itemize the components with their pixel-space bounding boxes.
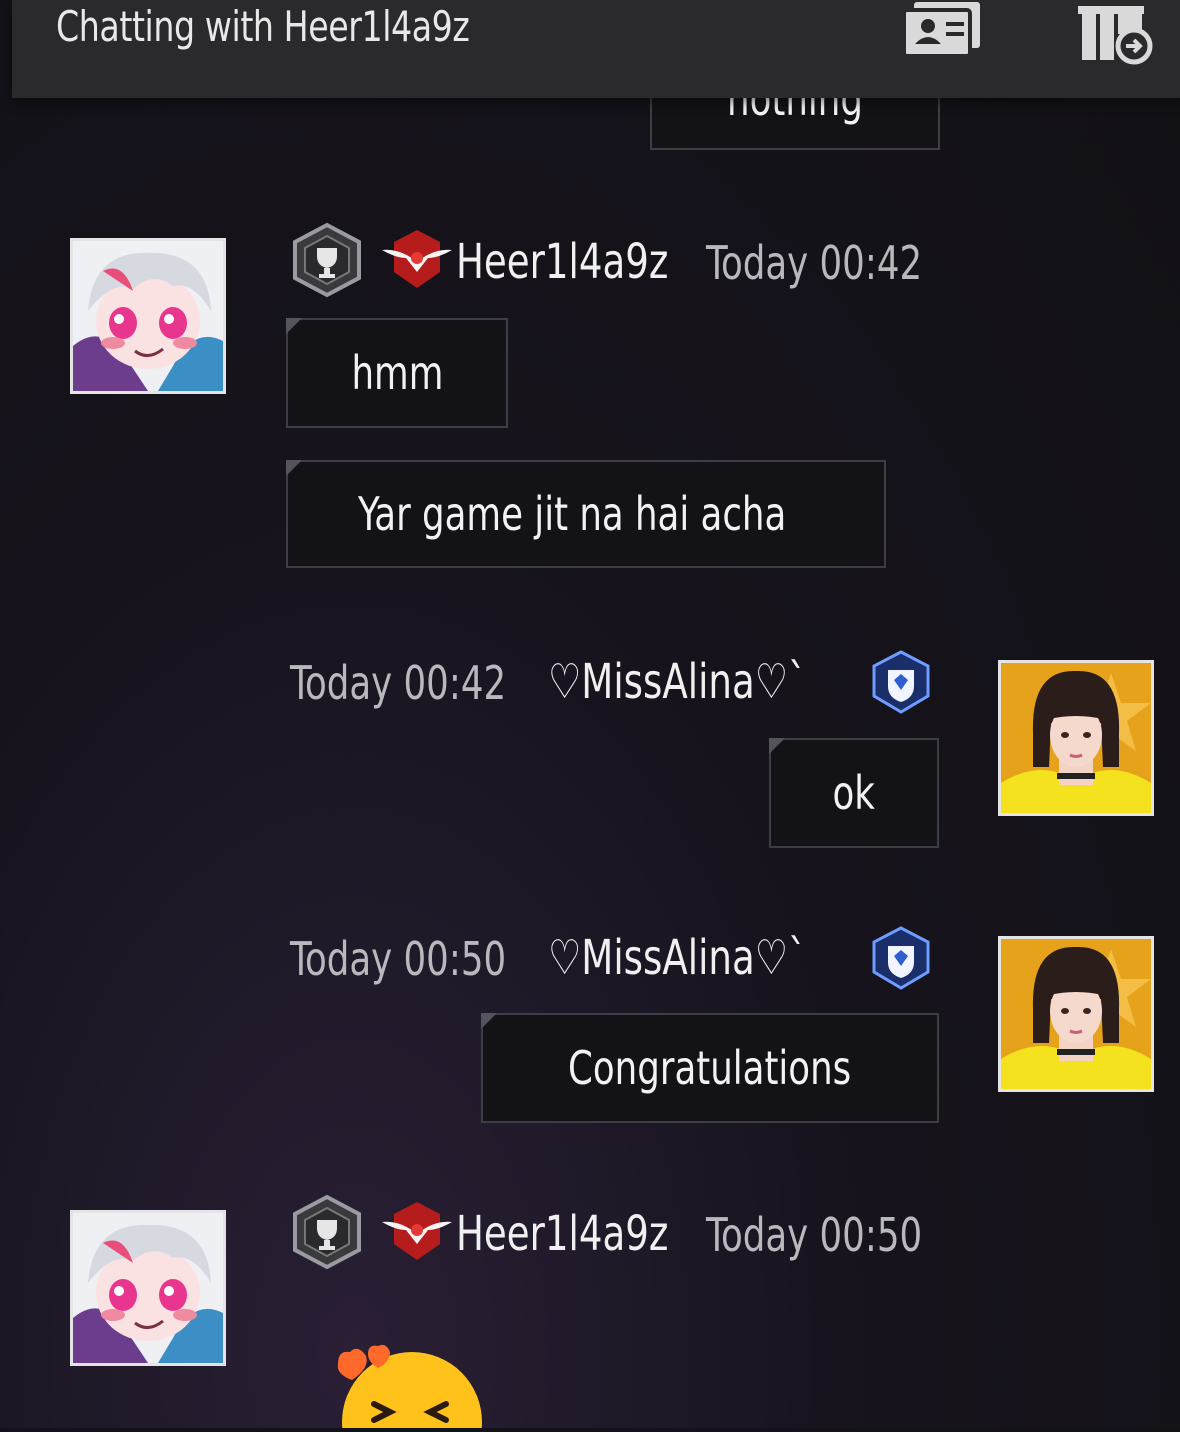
message-timestamp: Today 00:42 bbox=[290, 656, 507, 710]
message-timestamp: Today 00:42 bbox=[706, 236, 923, 290]
message-timestamp: Today 00:50 bbox=[290, 932, 507, 986]
message-timestamp: Today 00:50 bbox=[706, 1208, 923, 1262]
avatar-heer[interactable] bbox=[70, 238, 226, 394]
gift-send-icon[interactable] bbox=[1076, 0, 1156, 70]
message-bubble: hmm bbox=[286, 318, 508, 428]
chat-title: Chatting with Heer1l4a9z bbox=[56, 2, 470, 51]
sender-name[interactable]: ♡MissAlina♡` bbox=[548, 654, 807, 710]
guild-emblem-icon bbox=[380, 228, 454, 296]
avatar-missalina[interactable] bbox=[998, 660, 1154, 816]
message-bubble: ok bbox=[769, 738, 939, 848]
rank-shield-icon bbox=[870, 926, 932, 994]
avatar-missalina[interactable] bbox=[998, 936, 1154, 1092]
sender-name[interactable]: ♡MissAlina♡` bbox=[548, 930, 807, 986]
laughing-emoji-sticker bbox=[328, 1340, 498, 1432]
message-bubble: Yar game jit na hai acha bbox=[286, 460, 886, 568]
profile-card-icon[interactable] bbox=[900, 0, 984, 64]
sender-name[interactable]: Heer1l4a9z bbox=[456, 234, 668, 290]
chat-header: Chatting with Heer1l4a9z bbox=[12, 0, 1180, 98]
rank-shield-icon bbox=[870, 650, 932, 718]
avatar-heer[interactable] bbox=[70, 1210, 226, 1366]
sender-name[interactable]: Heer1l4a9z bbox=[456, 1206, 668, 1262]
rank-trophy-icon bbox=[290, 1194, 364, 1274]
guild-emblem-icon bbox=[380, 1200, 454, 1268]
rank-trophy-icon bbox=[290, 222, 364, 302]
message-bubble: Congratulations bbox=[481, 1013, 939, 1123]
